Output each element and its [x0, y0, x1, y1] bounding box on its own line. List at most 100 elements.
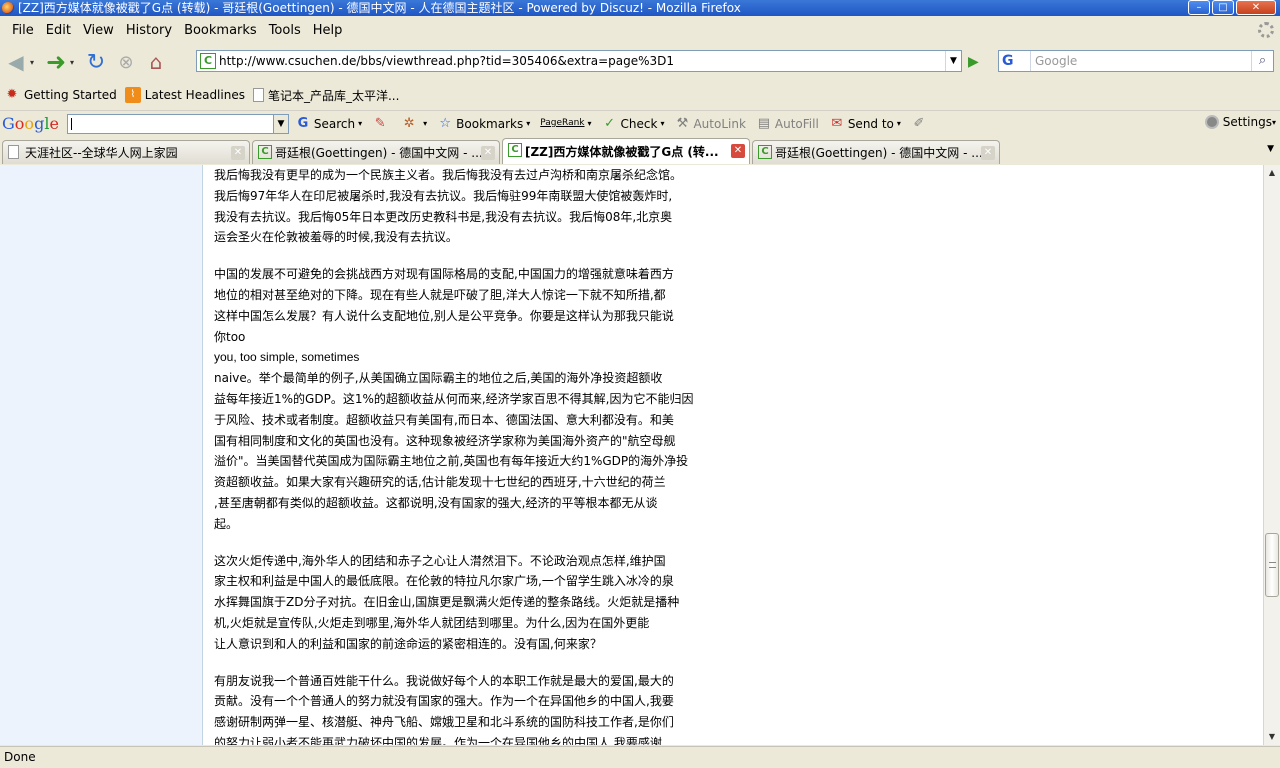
chevron-down-icon[interactable]: ▾ [588, 119, 592, 128]
menu-view[interactable]: View [77, 23, 120, 38]
back-history-dropdown-icon[interactable]: ▾ [30, 58, 40, 67]
post-line: 感谢研制两弹一星、核潜艇、神舟飞船、嫦娥卫星和北斗系统的国防科技工作者,是你们 [214, 715, 674, 730]
tab-strip: 天涯社区--全球华人网上家园 ✕ C 哥廷根(Goettingen) - 德国中… [0, 138, 1280, 164]
bookmark-label: Getting Started [24, 88, 117, 102]
send-to-button[interactable]: ✉ Send to ▾ [829, 116, 901, 132]
google-bookmarks-label: Bookmarks [456, 116, 524, 131]
post-line: 运会圣火在伦敦被羞辱的时候,我没有去抗议。 [214, 230, 458, 245]
tab-close-icon[interactable]: ✕ [981, 146, 995, 160]
page-icon [252, 88, 264, 102]
site-favicon-icon: C [758, 145, 772, 159]
post-author-column [0, 165, 203, 745]
grip-icon [1269, 562, 1276, 568]
post-line: 益每年接近1%的GDP。这1%的超额收益从何而来,经济学家百思不得其解,因为它不… [214, 391, 694, 406]
form-icon: ▤ [757, 115, 771, 131]
autofill-button[interactable]: ▤ AutoFill [756, 116, 819, 132]
highlight-button[interactable]: ✎ [372, 116, 391, 132]
rss-feed-icon: ⌇ [124, 87, 141, 103]
minimize-button[interactable]: – [1188, 0, 1210, 15]
menu-edit[interactable]: Edit [40, 23, 77, 38]
post-line: 的努力让弱小者不能再武力破坏中国的发展。作为一个在异国他乡的中国人,我要感谢 [214, 735, 662, 745]
post-paragraph: 有朋友说我一个普通百姓能干什么。我说做好每个人的本职工作就是最大的爱国,最大的 … [214, 671, 734, 745]
chevron-down-icon[interactable]: ▾ [897, 119, 901, 128]
post-line: naive。举个最简单的例子,从美国确立国际霸主的地位之后,美国的海外净投资超额… [214, 371, 663, 386]
maximize-button[interactable]: □ [1212, 0, 1234, 15]
google-settings-button[interactable]: Settings ▾ [1204, 115, 1276, 129]
chevron-down-icon[interactable]: ▾ [660, 119, 664, 128]
site-favicon-icon: C [200, 53, 216, 69]
scroll-down-arrow-icon[interactable]: ▼ [1264, 729, 1280, 745]
tab-goettingen-1[interactable]: C 哥廷根(Goettingen) - 德国中文网 - ... ✕ [252, 140, 500, 164]
tab-close-icon[interactable]: ✕ [731, 144, 745, 158]
google-toolbar: Google ▼ G Search ▾ ✎ ✲ ▾ ☆ Bookmarks ▾ … [0, 110, 1280, 136]
google-search-input[interactable]: ▼ [66, 113, 289, 134]
menu-bar: File Edit View History Bookmarks Tools H… [0, 18, 1280, 42]
tab-goettingen-2[interactable]: C 哥廷根(Goettingen) - 德国中文网 - ... ✕ [752, 140, 1000, 164]
search-magnifier-icon[interactable]: ⌕ [1251, 51, 1273, 71]
menu-help[interactable]: Help [307, 23, 349, 38]
google-search-button[interactable]: G Search ▾ [295, 116, 363, 132]
vertical-scrollbar[interactable]: ▲ ▼ [1263, 165, 1280, 745]
post-line: 起。 [214, 516, 239, 531]
chevron-down-icon[interactable]: ▾ [423, 119, 427, 128]
search-input[interactable]: Google [1031, 54, 1251, 68]
tab-current-thread[interactable]: C [ZZ]西方媒体就像被戳了G点 (转... ✕ [502, 138, 750, 164]
post-line: 我没有去抗议。我后悔05年日本更改历史教科书是,我没有去抗议。我后悔08年,北京… [214, 209, 673, 224]
all-tabs-dropdown-icon[interactable]: ▼ [1267, 144, 1274, 154]
post-line: 我后悔我没有更早的成为一个民族主义者。我后悔我没有去过卢沟桥和南京屠杀纪念馆。 [214, 168, 683, 182]
post-line: 你too [214, 329, 246, 344]
scroll-up-arrow-icon[interactable]: ▲ [1264, 165, 1280, 181]
scrollbar-thumb[interactable] [1265, 533, 1279, 597]
pagerank-label: PageRank [540, 118, 585, 128]
search-engine-selector[interactable]: G [999, 51, 1031, 71]
bookmark-label: Latest Headlines [144, 88, 245, 102]
post-line: 这次火炬传递中,海外华人的团结和赤子之心让人潸然泪下。不论政治观点怎样,维护国 [214, 553, 666, 568]
home-icon[interactable]: ⌂ [142, 48, 170, 76]
tab-label: [ZZ]西方媒体就像被戳了G点 (转... [525, 145, 719, 159]
pagerank-indicator[interactable]: PageRank ▾ [540, 118, 592, 129]
tab-tianya[interactable]: 天涯社区--全球华人网上家园 ✕ [2, 140, 250, 164]
firefox-flame-icon: ✹ [6, 87, 18, 102]
highlighter-icon: ✎ [374, 115, 386, 131]
tab-close-icon[interactable]: ✕ [231, 146, 245, 160]
popup-blocker-button[interactable]: ✲ ▾ [401, 116, 427, 132]
highlight-pen-button[interactable]: ✐ [911, 116, 930, 132]
search-bar[interactable]: G Google ⌕ [998, 50, 1274, 72]
url-history-dropdown-icon[interactable]: ▼ [945, 51, 961, 71]
chevron-down-icon[interactable]: ▾ [358, 119, 362, 128]
chevron-down-icon[interactable]: ▾ [526, 119, 530, 128]
menu-tools[interactable]: Tools [263, 23, 307, 38]
forward-history-dropdown-icon[interactable]: ▾ [70, 58, 80, 67]
spellcheck-button[interactable]: ✓ Check ▾ [602, 116, 664, 132]
menu-history[interactable]: History [120, 23, 178, 38]
close-window-button[interactable]: ✕ [1236, 0, 1276, 15]
reload-icon[interactable]: ↻ [82, 48, 110, 76]
back-arrow-icon[interactable]: ◀ [2, 48, 30, 76]
star-icon: ☆ [439, 115, 451, 131]
forward-arrow-icon[interactable]: ➜ [42, 48, 70, 76]
autolink-button[interactable]: ⚒ AutoLink [674, 116, 746, 132]
post-line: 机,火炬就是宣传队,火炬走到哪里,海外华人就团结到哪里。为什么,因为在国外更能 [214, 615, 650, 630]
google-search-history-dropdown-icon[interactable]: ▼ [272, 114, 288, 133]
tab-close-icon[interactable]: ✕ [481, 146, 495, 160]
stop-icon[interactable]: ⊗ [112, 48, 140, 76]
bookmark-label: 笔记本_产品库_太平洋... [267, 88, 400, 103]
bookmark-latest-headlines[interactable]: ⌇ Latest Headlines [124, 87, 245, 103]
menu-file[interactable]: File [6, 23, 40, 38]
tab-label: 哥廷根(Goettingen) - 德国中文网 - ... [275, 146, 483, 160]
post-line: 地位的相对甚至绝对的下降。现在有些人就是吓破了胆,洋大人惊诧一下就不知所措,都 [214, 287, 666, 302]
bookmark-pconline[interactable]: 笔记本_产品库_太平洋... [252, 87, 400, 104]
google-bookmarks-button[interactable]: ☆ Bookmarks ▾ [437, 116, 530, 132]
page-icon [8, 145, 19, 159]
status-text: Done [4, 750, 36, 764]
go-arrow-icon[interactable]: ▶ [968, 54, 986, 70]
address-url[interactable]: http://www.csuchen.de/bbs/viewthread.php… [219, 54, 674, 68]
settings-label: Settings [1222, 115, 1272, 129]
menu-bookmarks[interactable]: Bookmarks [178, 23, 263, 38]
status-bar: Done [0, 746, 1280, 768]
bookmark-getting-started[interactable]: ✹ Getting Started [4, 87, 117, 103]
google-search-label: Search [313, 116, 356, 131]
google-logo[interactable]: Google [2, 114, 59, 133]
chevron-down-icon[interactable]: ▾ [1272, 118, 1276, 127]
address-bar[interactable]: C http://www.csuchen.de/bbs/viewthread.p… [196, 50, 962, 72]
